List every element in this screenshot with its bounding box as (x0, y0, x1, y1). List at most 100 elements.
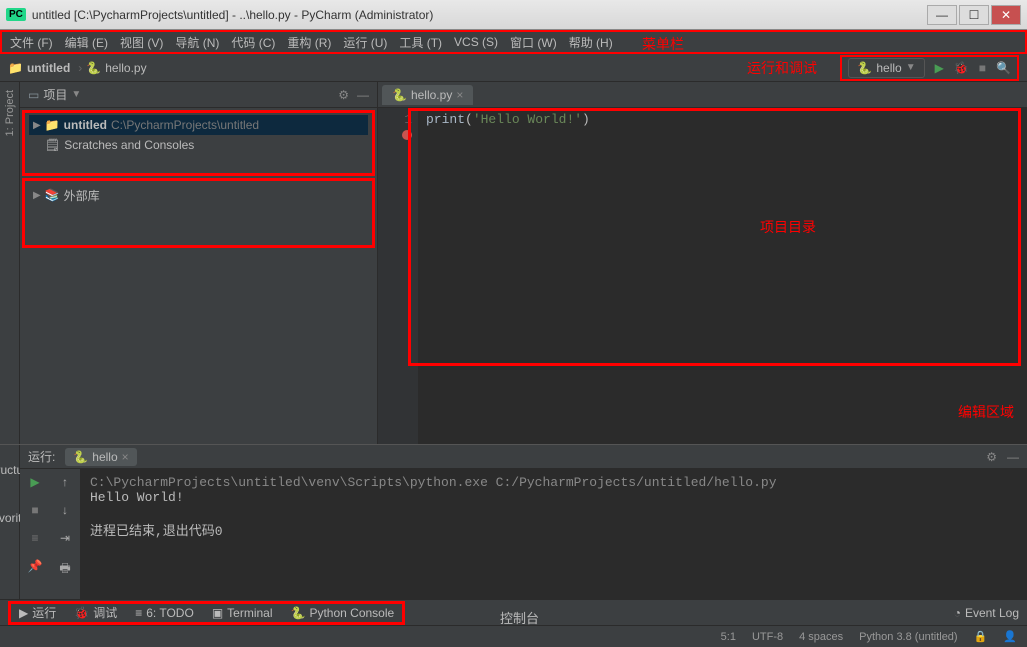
lock-icon[interactable]: 🔒 (974, 630, 988, 643)
menu-view[interactable]: 视图 (V) (120, 34, 163, 51)
project-header-title[interactable]: 项目 (43, 86, 67, 103)
folder-icon: 📁 (8, 61, 23, 75)
run-tool-window: 7: Structure 2: Favorites 运行: 🐍 hello × … (0, 444, 1027, 599)
hide-button[interactable]: — (1007, 450, 1019, 464)
python-file-icon: 🐍 (86, 61, 101, 75)
bottom-tab-eventlog[interactable]: ◔Event Log (954, 606, 1019, 620)
code-paren: ( (465, 112, 473, 127)
menu-file[interactable]: 文件 (F) (10, 34, 53, 51)
annotation-run: 运行和调试 (747, 58, 817, 78)
event-log-icon: ◔ (954, 606, 961, 620)
scratches-node[interactable]: 🗒 Scratches and Consoles (29, 135, 368, 155)
gear-icon[interactable]: ⚙ (986, 450, 997, 464)
breadcrumb-root[interactable]: untitled (27, 61, 70, 75)
pin-button[interactable]: 📌 (28, 559, 43, 573)
close-tab-icon[interactable]: × (456, 88, 463, 102)
menu-refactor[interactable]: 重构 (R) (287, 34, 331, 51)
left-tool-stripe: 1: Project (0, 82, 20, 444)
status-sdk[interactable]: Python 3.8 (untitled) (859, 631, 957, 643)
editor[interactable]: 1 print('Hello World!') (378, 108, 1027, 444)
python-icon: 🐍 (291, 606, 306, 620)
editor-tab-hello[interactable]: 🐍 hello.py × (382, 85, 473, 105)
menu-tools[interactable]: 工具 (T) (399, 34, 442, 51)
down-button[interactable]: ↓ (62, 503, 68, 517)
sidebar-tab-project[interactable]: 1: Project (4, 90, 16, 136)
code-string: 'Hello World!' (473, 112, 582, 127)
menu-edit[interactable]: 编辑 (E) (65, 34, 108, 51)
bottom-tab-pyconsole[interactable]: 🐍Python Console (291, 606, 395, 620)
run-header-label: 运行: (28, 448, 55, 465)
status-indent[interactable]: 4 spaces (799, 631, 843, 643)
folder-icon: ▭ (28, 88, 39, 102)
menu-window[interactable]: 窗口 (W) (510, 34, 557, 51)
run-config-tab[interactable]: 🐍 hello × (65, 448, 136, 466)
folder-icon: 📁 (45, 118, 60, 132)
project-root-name: untitled (64, 118, 107, 132)
project-tree-root[interactable]: ▶ 📁 untitled C:\PycharmProjects\untitled (29, 115, 368, 135)
window-title: untitled [C:\PycharmProjects\untitled] -… (32, 8, 927, 22)
stop-button[interactable]: ■ (979, 61, 986, 75)
status-widget-icon[interactable]: 👤 (1003, 630, 1017, 643)
run-button[interactable]: ▶ (935, 61, 944, 75)
annotation-menubar: 菜单栏 (642, 34, 684, 54)
bottom-tab-debug[interactable]: 🐞调试 (74, 604, 117, 621)
status-caret-pos[interactable]: 5:1 (721, 631, 736, 643)
search-everywhere-button[interactable]: 🔍 (996, 61, 1011, 75)
console-stdout: Hello World! (90, 490, 1017, 505)
python-file-icon: 🐍 (392, 88, 407, 102)
run-config-name: hello (876, 61, 901, 75)
scratches-icon: 🗒 (45, 138, 60, 152)
scratches-label: Scratches and Consoles (64, 138, 194, 152)
bottom-tab-todo[interactable]: ≡6: TODO (135, 606, 194, 620)
layout-button[interactable]: ≡ (31, 531, 38, 545)
status-encoding[interactable]: UTF-8 (752, 631, 783, 643)
minimize-button[interactable]: — (927, 5, 957, 25)
menu-vcs[interactable]: VCS (S) (454, 35, 498, 49)
annotation-console: 控制台 (490, 602, 549, 633)
chevron-down-icon[interactable]: ▼ (71, 89, 81, 100)
menu-run[interactable]: 运行 (U) (343, 34, 387, 51)
chevron-down-icon: ▼ (906, 62, 916, 73)
external-libs-label: 外部库 (64, 187, 100, 204)
code-fn: print (426, 112, 465, 127)
hide-button[interactable]: — (357, 88, 369, 102)
menu-help[interactable]: 帮助 (H) (569, 34, 613, 51)
run-toolbar: 🐍 hello ▼ ▶ 🐞 ■ 🔍 (840, 55, 1019, 81)
bottom-tool-stripe: ▶运行 🐞调试 ≡6: TODO ▣Terminal 🐍Python Conso… (0, 599, 1027, 625)
external-libs-node[interactable]: ▶ 📚 外部库 (29, 185, 368, 205)
line-number: 1 (404, 112, 412, 127)
python-icon: 🐍 (73, 450, 88, 464)
editor-tab-label: hello.py (411, 88, 452, 102)
library-icon: 📚 (45, 188, 60, 202)
stop-button[interactable]: ■ (31, 503, 38, 517)
run-icon: ▶ (19, 606, 28, 620)
menu-bar: 文件 (F) 编辑 (E) 视图 (V) 导航 (N) 代码 (C) 重构 (R… (0, 30, 1027, 54)
project-root-path: C:\PycharmProjects\untitled (111, 118, 259, 132)
console-output[interactable]: C:\PycharmProjects\untitled\venv\Scripts… (80, 469, 1027, 599)
menu-code[interactable]: 代码 (C) (231, 34, 275, 51)
project-tool-window: ▭ 项目 ▼ ⚙ — ▶ 📁 untitled C:\PycharmProjec… (20, 82, 378, 444)
gear-icon[interactable]: ⚙ (338, 88, 349, 102)
todo-icon: ≡ (135, 606, 142, 620)
bottom-tab-run[interactable]: ▶运行 (19, 604, 56, 621)
console-exit: 进程已结束,退出代码0 (90, 520, 1017, 539)
maximize-button[interactable]: ☐ (959, 5, 989, 25)
close-icon[interactable]: × (122, 450, 129, 464)
bottom-tab-terminal[interactable]: ▣Terminal (212, 606, 273, 620)
print-button[interactable]: 🖶 (59, 559, 70, 580)
close-button[interactable]: ✕ (991, 5, 1021, 25)
navigation-bar: 📁 untitled › 🐍 hello.py 运行和调试 🐍 hello ▼ … (0, 54, 1027, 82)
breadcrumb-file[interactable]: hello.py (105, 61, 146, 75)
wrap-button[interactable]: ⇥ (60, 531, 70, 545)
terminal-icon: ▣ (212, 606, 223, 620)
debug-button[interactable]: 🐞 (954, 61, 969, 75)
run-config-selector[interactable]: 🐍 hello ▼ (848, 58, 924, 78)
python-icon: 🐍 (857, 61, 872, 75)
app-badge-icon: PC (6, 8, 26, 21)
rerun-button[interactable]: ▶ (30, 475, 39, 489)
up-button[interactable]: ↑ (62, 475, 68, 489)
window-titlebar: PC untitled [C:\PycharmProjects\untitled… (0, 0, 1027, 30)
breakpoint-icon[interactable] (402, 130, 412, 140)
annotation-project: 项目目录 (760, 217, 816, 237)
menu-navigate[interactable]: 导航 (N) (175, 34, 219, 51)
